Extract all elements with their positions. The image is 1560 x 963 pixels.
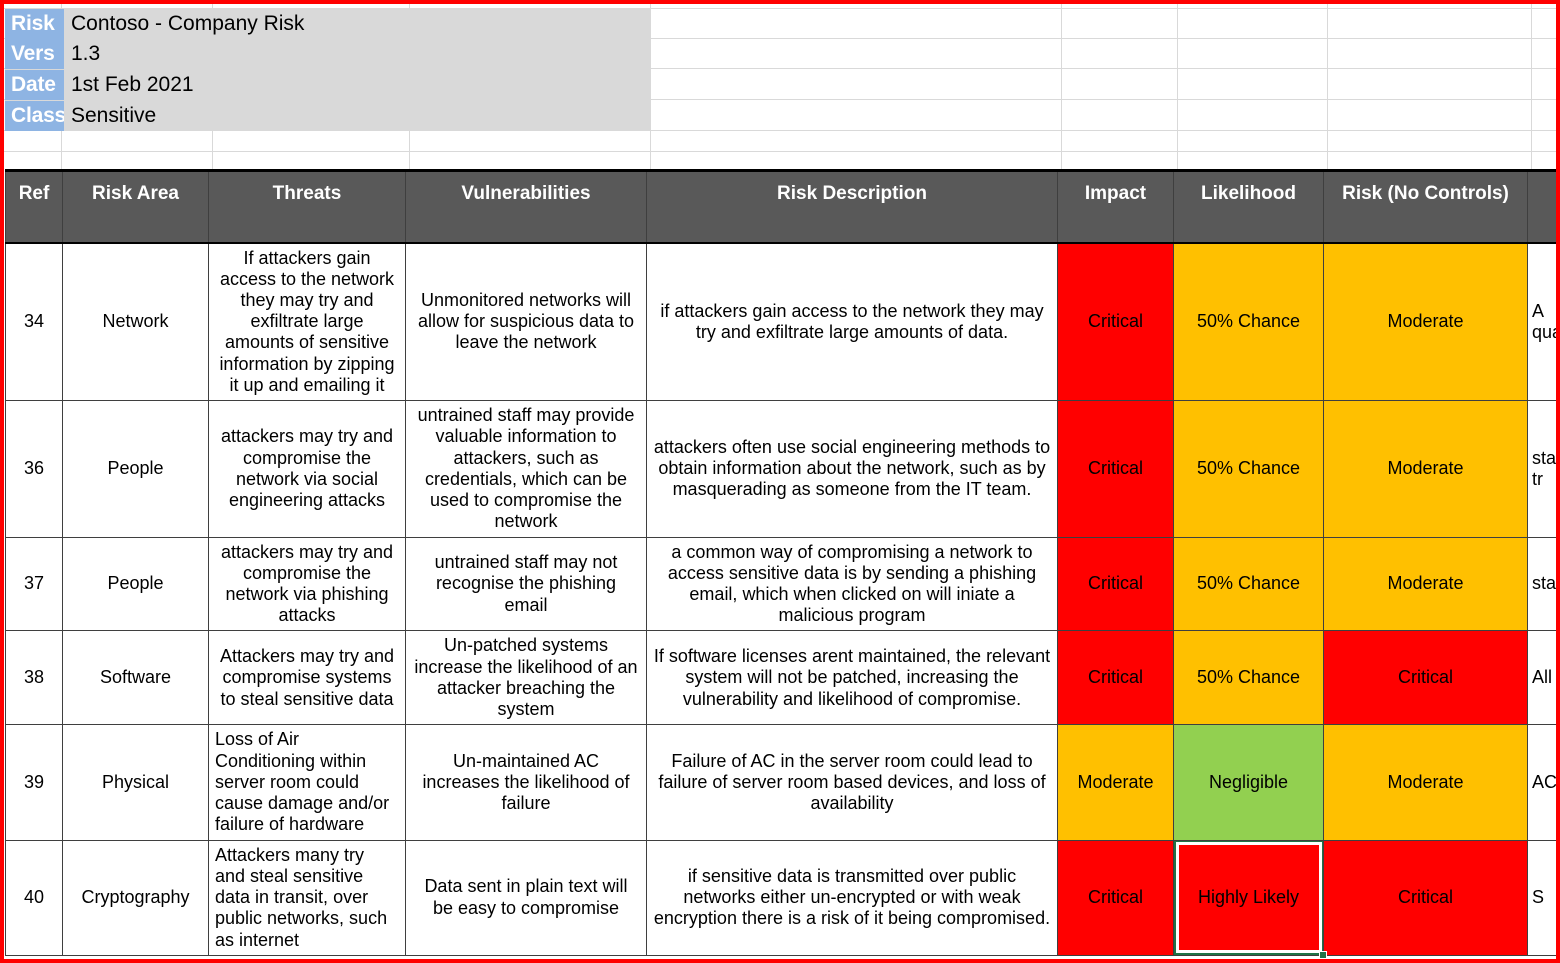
- gridline: [4, 151, 1556, 152]
- cell-truncated[interactable]: S: [1527, 839, 1556, 956]
- cell-likelihood[interactable]: 50% Chance: [1173, 400, 1324, 538]
- cell-likelihood[interactable]: 50% Chance: [1173, 241, 1324, 402]
- cell-ref[interactable]: 36: [5, 400, 63, 538]
- metadata-value-risk: Contoso - Company Risk: [71, 12, 305, 35]
- cell-risk-area[interactable]: People: [62, 400, 209, 538]
- metadata-value-version: 1.3: [71, 42, 101, 65]
- cell-likelihood[interactable]: 50% Chance: [1173, 630, 1324, 726]
- metadata-row-date[interactable]: Date 1st Feb 2021: [5, 70, 651, 100]
- table-row: 40 Cryptography Attackers many try and ste…: [5, 839, 1556, 959]
- cell-vulnerabilities[interactable]: Un-patched systems increase the likeliho…: [405, 630, 647, 726]
- cell-impact[interactable]: Critical: [1057, 536, 1174, 632]
- cell-risk-area[interactable]: People: [62, 536, 209, 632]
- cell-vulnerabilities[interactable]: Unmonitored networks will allow for susp…: [405, 241, 647, 402]
- table-row: 34 Network If attackers gain access to the…: [5, 241, 1556, 402]
- document-metadata-block: Risk Contoso - Company Risk Vers 1.3 Dat…: [5, 9, 651, 131]
- column-header-risk-no-controls[interactable]: Risk (No Controls): [1323, 169, 1528, 244]
- cell-vulnerabilities[interactable]: Data sent in plain text will be easy to …: [405, 839, 647, 956]
- gridline: [1061, 4, 1062, 169]
- risk-register-table: Ref Risk Area Threats Vulnerabilities Ri…: [5, 169, 1556, 959]
- cell-risk-area[interactable]: Software: [62, 630, 209, 726]
- cell-risk-no-controls[interactable]: Moderate: [1323, 724, 1528, 841]
- table-body: 34 Network If attackers gain access to the…: [5, 241, 1556, 959]
- cell-risk-description[interactable]: if attackers gain access to the network …: [646, 241, 1058, 402]
- metadata-label-version: Vers: [5, 39, 64, 69]
- cell-vulnerabilities[interactable]: untrained staff may provide valuable inf…: [405, 400, 647, 538]
- metadata-label-risk: Risk: [5, 9, 64, 39]
- table-row: 38 Software Attackers may try and compromi…: [5, 630, 1556, 726]
- column-header-risk-area[interactable]: Risk Area: [62, 169, 209, 244]
- cell-threats[interactable]: attackers may try and compromise the net…: [208, 400, 406, 538]
- gridline: [1531, 4, 1532, 169]
- column-header-vulnerabilities[interactable]: Vulnerabilities: [405, 169, 647, 244]
- metadata-label-date: Date: [5, 70, 64, 100]
- cell-vulnerabilities[interactable]: untrained staff may not recognise the ph…: [405, 536, 647, 632]
- cell-likelihood-selected[interactable]: Highly Likely: [1173, 839, 1327, 959]
- column-header-threats[interactable]: Threats: [208, 169, 406, 244]
- table-header-row: Ref Risk Area Threats Vulnerabilities Ri…: [5, 169, 1556, 244]
- cell-risk-no-controls[interactable]: Moderate: [1323, 536, 1528, 632]
- cell-truncated[interactable]: A qua: [1527, 241, 1556, 402]
- cell-impact[interactable]: Critical: [1057, 241, 1174, 402]
- table-row: 36 People attackers may try and compromise…: [5, 400, 1556, 538]
- metadata-row-classification[interactable]: Class Sensitive: [5, 101, 651, 131]
- metadata-value-date: 1st Feb 2021: [71, 73, 194, 96]
- cell-truncated[interactable]: sta: [1527, 536, 1556, 632]
- column-header-truncated[interactable]: [1527, 169, 1556, 244]
- cell-risk-description[interactable]: attackers often use social engineering m…: [646, 400, 1058, 538]
- cell-threats[interactable]: Loss of Air Conditioning within server r…: [208, 724, 406, 841]
- column-header-risk-description[interactable]: Risk Description: [646, 169, 1058, 244]
- cell-impact[interactable]: Critical: [1057, 630, 1174, 726]
- gridline: [1177, 4, 1178, 169]
- metadata-row-title[interactable]: Risk Contoso - Company Risk: [5, 9, 651, 39]
- column-header-impact[interactable]: Impact: [1057, 169, 1174, 244]
- cell-ref[interactable]: 34: [5, 241, 63, 402]
- cell-truncated[interactable]: AC: [1527, 724, 1556, 841]
- cell-threats[interactable]: Attackers many try and steal sensitive d…: [208, 839, 406, 956]
- cell-risk-no-controls[interactable]: Critical: [1323, 630, 1528, 726]
- cell-impact[interactable]: Critical: [1057, 839, 1174, 956]
- metadata-value-classification: Sensitive: [71, 104, 157, 127]
- cell-threats[interactable]: attackers may try and compromise the net…: [208, 536, 406, 632]
- cell-ref[interactable]: 40: [5, 839, 63, 956]
- cell-ref[interactable]: 39: [5, 724, 63, 841]
- cell-impact[interactable]: Critical: [1057, 400, 1174, 538]
- cell-threats[interactable]: Attackers may try and compromise systems…: [208, 630, 406, 726]
- cell-risk-no-controls[interactable]: Moderate: [1323, 241, 1528, 402]
- cell-risk-area[interactable]: Cryptography: [62, 839, 209, 956]
- cell-risk-description[interactable]: If software licenses arent maintained, t…: [646, 630, 1058, 726]
- cell-risk-description[interactable]: a common way of compromising a network t…: [646, 536, 1058, 632]
- cell-likelihood[interactable]: Negligible: [1173, 724, 1324, 841]
- cell-impact[interactable]: Moderate: [1057, 724, 1174, 841]
- spreadsheet-canvas: Risk Contoso - Company Risk Vers 1.3 Dat…: [0, 0, 1560, 963]
- column-header-likelihood[interactable]: Likelihood: [1173, 169, 1324, 244]
- metadata-row-version[interactable]: Vers 1.3: [5, 39, 651, 69]
- gridline: [1327, 4, 1328, 169]
- fill-handle[interactable]: [1319, 950, 1327, 959]
- cell-truncated[interactable]: sta tr: [1527, 400, 1556, 538]
- cell-likelihood[interactable]: 50% Chance: [1173, 536, 1324, 632]
- cell-risk-description[interactable]: Failure of AC in the server room could l…: [646, 724, 1058, 841]
- cell-vulnerabilities[interactable]: Un-maintained AC increases the likelihoo…: [405, 724, 647, 841]
- column-header-ref[interactable]: Ref: [5, 169, 63, 244]
- cell-ref[interactable]: 38: [5, 630, 63, 726]
- table-row: 37 People attackers may try and compromise…: [5, 536, 1556, 632]
- cell-truncated[interactable]: All: [1527, 630, 1556, 726]
- cell-ref[interactable]: 37: [5, 536, 63, 632]
- cell-risk-no-controls[interactable]: Moderate: [1323, 400, 1528, 538]
- cell-threats[interactable]: If attackers gain access to the network …: [208, 241, 406, 402]
- cell-risk-area[interactable]: Network: [62, 241, 209, 402]
- cell-risk-description[interactable]: if sensitive data is transmitted over pu…: [646, 839, 1058, 956]
- metadata-label-classification: Class: [5, 101, 64, 131]
- cell-risk-no-controls[interactable]: Critical: [1323, 839, 1528, 956]
- cell-risk-area[interactable]: Physical: [62, 724, 209, 841]
- table-row: 39 Physical Loss of Air Conditioning withi…: [5, 724, 1556, 841]
